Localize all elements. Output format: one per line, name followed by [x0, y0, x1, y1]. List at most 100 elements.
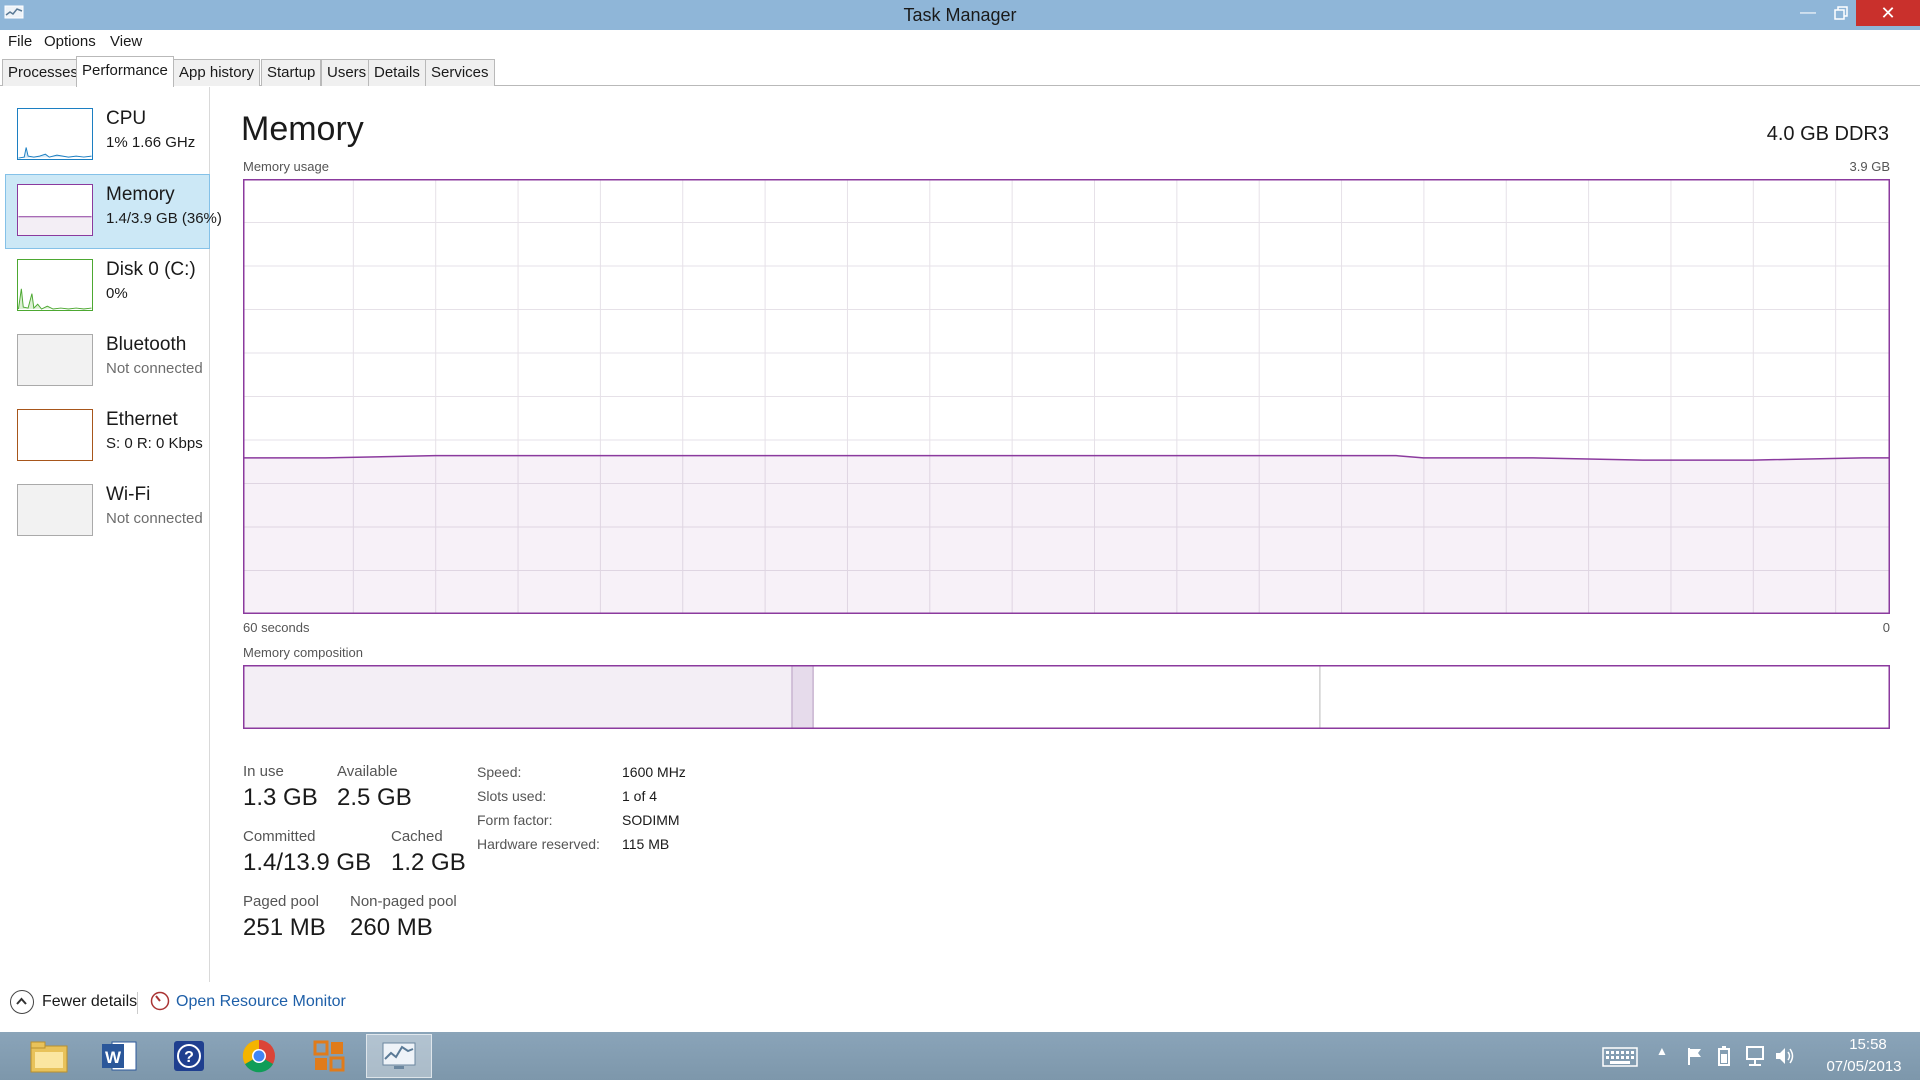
menu-bar: File Options View [0, 30, 1920, 54]
tab-bar: Processes Performance App history Startu… [0, 56, 1920, 87]
taskbar: W ? ▲ 15:58 07/05/2013 [0, 1032, 1920, 1080]
close-button[interactable]: ✕ [1856, 0, 1920, 26]
committed-label: Committed [243, 828, 316, 845]
cached-value: 1.2 GB [391, 849, 466, 876]
tab-performance[interactable]: Performance [76, 56, 174, 87]
device-name: Ethernet [106, 409, 178, 430]
taskbar-app[interactable] [296, 1034, 362, 1078]
svg-text:W: W [105, 1048, 122, 1067]
cached-label: Cached [391, 828, 443, 845]
device-name: Wi-Fi [106, 484, 151, 505]
chrome-icon [242, 1039, 275, 1073]
minimize-button[interactable]: — [1790, 0, 1826, 26]
ethernet-thumbnail-graph [17, 409, 93, 461]
tab-startup[interactable]: Startup [261, 59, 322, 86]
memory-detail-panel: Memory 4.0 GB DDR3 Memory usage 3.9 GB 6… [211, 87, 1920, 982]
volume-icon[interactable] [1774, 1045, 1796, 1067]
keyboard-icon[interactable] [1602, 1047, 1638, 1067]
clock-date[interactable]: 07/05/2013 [1814, 1058, 1914, 1075]
device-cpu[interactable]: CPU 1% 1.66 GHz [5, 98, 210, 173]
committed-value: 1.4/13.9 GB [243, 849, 372, 876]
available-value: 2.5 GB [337, 784, 412, 811]
title-bar: Task Manager — ✕ [0, 0, 1920, 30]
device-name: Memory [106, 184, 175, 205]
menu-file[interactable]: File [8, 33, 32, 50]
form-factor-value: SODIMM [622, 812, 680, 828]
wifi-thumbnail-graph [17, 484, 93, 536]
non-paged-pool-label: Non-paged pool [350, 893, 457, 910]
hardware-reserved-label: Hardware reserved: [477, 836, 600, 852]
taskbar-file-explorer[interactable] [16, 1034, 82, 1078]
tab-services[interactable]: Services [425, 59, 495, 86]
footer-bar: Fewer details Open Resource Monitor [0, 982, 1920, 1032]
disk-thumbnail-graph [17, 259, 93, 311]
available-label: Available [337, 763, 398, 780]
device-name: Disk 0 (C:) [106, 259, 196, 280]
device-status: 1.4/3.9 GB (36%) [106, 210, 222, 227]
device-disk[interactable]: Disk 0 (C:) 0% [5, 249, 210, 324]
device-wifi[interactable]: Wi-Fi Not connected [5, 474, 210, 549]
menu-options[interactable]: Options [44, 33, 96, 50]
paged-pool-value: 251 MB [243, 914, 326, 941]
chevron-up-icon[interactable] [10, 990, 34, 1014]
close-icon: ✕ [1880, 2, 1896, 23]
composition-in-use [243, 665, 792, 729]
open-resource-monitor-link[interactable]: Open Resource Monitor [176, 993, 346, 1011]
device-status: 1% 1.66 GHz [106, 134, 196, 151]
paged-pool-label: Paged pool [243, 893, 319, 910]
taskbar-chrome[interactable] [226, 1034, 292, 1078]
memory-usage-area [243, 455, 1890, 614]
time-span-label: 60 seconds [243, 620, 310, 635]
app-icon [313, 1040, 345, 1072]
footer-separator [137, 992, 138, 1014]
fewer-details-link[interactable]: Fewer details [42, 993, 137, 1011]
speed-value: 1600 MHz [622, 764, 686, 780]
page-title: Memory [241, 110, 364, 148]
device-status: 0% [106, 285, 128, 302]
slots-used-value: 1 of 4 [622, 788, 658, 804]
composition-modified [792, 665, 814, 729]
restore-button[interactable] [1823, 0, 1859, 26]
device-name: Bluetooth [106, 334, 187, 355]
tab-users[interactable]: Users [321, 59, 373, 86]
device-bluetooth[interactable]: Bluetooth Not connected [5, 324, 210, 399]
time-zero-label: 0 [1882, 620, 1890, 635]
clock-time[interactable]: 15:58 [1838, 1036, 1898, 1053]
composition-standby [813, 665, 1320, 729]
action-center-flag-icon[interactable] [1686, 1046, 1704, 1066]
device-list: CPU 1% 1.66 GHz Memory 1.4/3.9 GB (36%) … [0, 87, 222, 982]
memory-usage-graph [243, 179, 1890, 614]
help-icon: ? [174, 1041, 204, 1071]
cpu-thumbnail-graph [17, 108, 93, 160]
tab-processes[interactable]: Processes [2, 59, 85, 86]
hardware-reserved-value: 115 MB [622, 836, 670, 852]
in-use-label: In use [243, 763, 284, 780]
taskbar-task-manager[interactable] [366, 1034, 432, 1078]
memory-usage-label: Memory usage [243, 159, 329, 174]
restore-icon [1834, 6, 1848, 20]
file-explorer-icon [30, 1041, 68, 1073]
power-icon[interactable] [1715, 1045, 1733, 1067]
form-factor-label: Form factor: [477, 812, 553, 828]
device-memory[interactable]: Memory 1.4/3.9 GB (36%) [5, 174, 222, 249]
memory-thumbnail-graph [17, 184, 93, 236]
tab-app-history[interactable]: App history [173, 59, 261, 86]
taskbar-help[interactable]: ? [156, 1034, 222, 1078]
taskbar-word[interactable]: W [86, 1034, 152, 1078]
network-icon[interactable] [1744, 1045, 1766, 1067]
device-status: Not connected [106, 510, 203, 527]
resource-monitor-icon [150, 991, 170, 1011]
device-status: S: 0 R: 0 Kbps [106, 435, 203, 452]
memory-usage-max: 3.9 GB [1849, 159, 1890, 174]
minimize-icon: — [1800, 4, 1816, 21]
task-manager-icon [382, 1042, 416, 1069]
svg-text:?: ? [184, 1049, 194, 1066]
word-icon: W [102, 1041, 137, 1071]
menu-view[interactable]: View [110, 33, 142, 50]
show-hidden-icons-icon[interactable]: ▲ [1656, 1044, 1668, 1058]
device-status: Not connected [106, 360, 203, 377]
device-ethernet[interactable]: Ethernet S: 0 R: 0 Kbps [5, 399, 210, 474]
speed-label: Speed: [477, 764, 522, 780]
tab-details[interactable]: Details [368, 59, 426, 86]
memory-spec: 4.0 GB DDR3 [1766, 123, 1889, 145]
